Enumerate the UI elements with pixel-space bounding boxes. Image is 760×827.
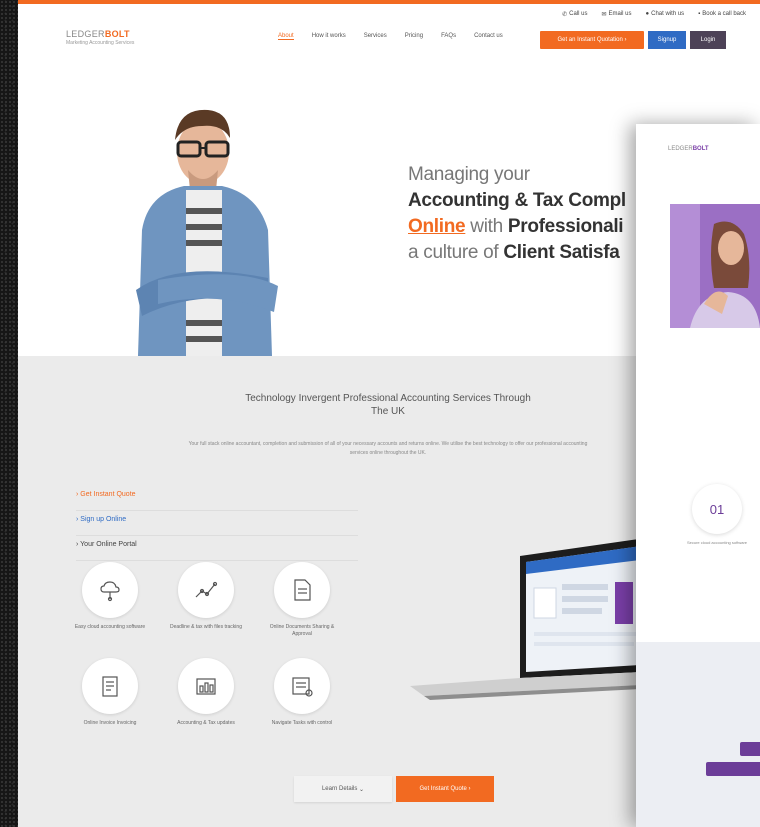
second-page-mockup: LEDGERBOLT 01 Secure cloud accounting so… bbox=[636, 124, 760, 827]
document-icon bbox=[294, 579, 311, 601]
utility-chat[interactable]: ● Chat with us bbox=[646, 11, 685, 17]
navigate-icon bbox=[292, 677, 313, 697]
primary-nav: About How it works Services Pricing FAQs… bbox=[278, 33, 503, 40]
utility-call[interactable]: ✆ Call us bbox=[562, 11, 587, 18]
instant-quotation-button[interactable]: Get an Instant Quotation › bbox=[540, 31, 644, 49]
services-description: Your full stack online accountant, compl… bbox=[188, 441, 588, 456]
purple-button[interactable] bbox=[740, 742, 760, 756]
nav-about[interactable]: About bbox=[278, 33, 294, 40]
nav-pricing[interactable]: Pricing bbox=[405, 33, 423, 40]
purple-button-wide[interactable] bbox=[706, 762, 760, 776]
step-number-badge: 01 bbox=[692, 484, 742, 534]
utility-callback[interactable]: ▪ Book a call back bbox=[698, 11, 746, 17]
feature-circle bbox=[178, 658, 234, 714]
feature-circle bbox=[178, 562, 234, 618]
hero-line-3: Online with Professionali bbox=[408, 216, 624, 237]
graph-icon bbox=[195, 581, 218, 598]
second-page-gray-panel bbox=[636, 642, 760, 827]
chat-icon: ● bbox=[645, 11, 650, 17]
logo-tagline: Marketing Accounting Services bbox=[66, 40, 135, 46]
services-title: Technology Invergent Professional Accoun… bbox=[245, 393, 531, 417]
nav-how-it-works[interactable]: How it works bbox=[312, 33, 346, 40]
chevron-down-icon: ⌄ bbox=[359, 786, 365, 793]
service-links: › Get Instant Quote › Sign up Online › Y… bbox=[76, 488, 358, 563]
phone-icon: ✆ bbox=[562, 11, 568, 18]
woman-photo bbox=[670, 204, 760, 328]
main-navbar: LEDGERBOLT Marketing Accounting Services… bbox=[18, 24, 760, 55]
feature-cloud[interactable]: Easy cloud accounting software bbox=[70, 562, 150, 631]
feature-navigate-tasks[interactable]: Navigate Tasks with control bbox=[262, 658, 342, 727]
feature-tax-updates[interactable]: Accounting & Tax updates bbox=[166, 658, 246, 727]
login-button[interactable]: Login bbox=[690, 31, 726, 49]
mail-icon: ✉ bbox=[601, 11, 607, 18]
feature-document-sharing[interactable]: Online Documents Sharing & Approval bbox=[262, 562, 342, 638]
feature-circle bbox=[274, 658, 330, 714]
hero-headline: Managing your Accounting & Tax Compl Onl… bbox=[408, 164, 626, 264]
site-logo[interactable]: LEDGERBOLT Marketing Accounting Services bbox=[66, 29, 134, 46]
hero-line-2: Accounting & Tax Compl bbox=[408, 190, 626, 211]
invoice-icon bbox=[102, 676, 118, 697]
get-instant-quote-button[interactable]: Get Instant Quote › bbox=[396, 776, 494, 802]
chevron-right-icon: › bbox=[468, 786, 471, 792]
logo-wordmark: LEDGERBOLT bbox=[66, 29, 130, 39]
feature-circle bbox=[82, 562, 138, 618]
utility-email[interactable]: ✉ Email us bbox=[601, 11, 631, 18]
second-page-logo: LEDGERBOLT bbox=[668, 146, 709, 152]
feature-circle bbox=[82, 658, 138, 714]
feature-circle bbox=[274, 562, 330, 618]
link-sign-up-online[interactable]: › Sign up Online bbox=[76, 513, 358, 536]
chevron-right-icon: › bbox=[624, 37, 627, 43]
utility-bar: ✆ Call us ✉ Email us ● Chat with us ▪ Bo… bbox=[18, 4, 760, 24]
learn-details-button[interactable]: Learn Details ⌄ bbox=[294, 776, 392, 802]
step-label: Secure cloud accounting software bbox=[686, 540, 748, 545]
laptop-image bbox=[410, 536, 660, 700]
cloud-icon bbox=[100, 581, 120, 602]
report-icon bbox=[196, 678, 216, 695]
link-online-portal[interactable]: › Your Online Portal bbox=[76, 538, 358, 561]
hero-man-image bbox=[136, 109, 278, 356]
nav-services[interactable]: Services bbox=[364, 33, 387, 40]
nav-faqs[interactable]: FAQs bbox=[441, 33, 456, 40]
nav-contact[interactable]: Contact us bbox=[474, 33, 503, 40]
signup-button[interactable]: Signup bbox=[648, 31, 686, 49]
link-get-instant-quote[interactable]: › Get Instant Quote bbox=[76, 488, 358, 511]
hero-line-4: a culture of Client Satisfa bbox=[408, 242, 620, 263]
feature-deadline-tracking[interactable]: Deadline & tax with files tracking bbox=[166, 562, 246, 631]
feature-invoicing[interactable]: Online Invoice Invoicing bbox=[70, 658, 150, 727]
hero-line-1: Managing your bbox=[408, 164, 530, 185]
calendar-icon: ▪ bbox=[698, 11, 701, 17]
